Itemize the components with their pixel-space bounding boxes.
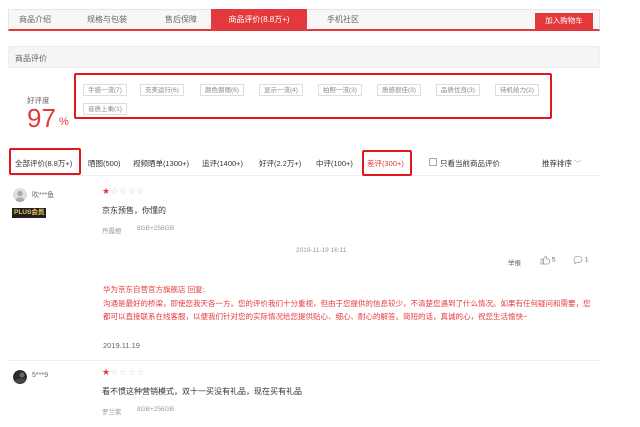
user-avatar-icon xyxy=(13,188,27,202)
review-tag[interactable]: 颜色倒丽(6) xyxy=(200,84,244,96)
comment-icon xyxy=(573,255,583,265)
review-storage: 8GB+256GB xyxy=(137,406,175,413)
review-tag[interactable]: 音质上乘(1) xyxy=(83,103,127,115)
only-current-checkbox[interactable] xyxy=(429,158,437,166)
star-filled-icon: ★ xyxy=(102,186,111,196)
star-empty-icon: ☆ xyxy=(110,186,120,196)
user-avatar-icon xyxy=(13,370,27,384)
tab-reviews[interactable]: 商品评价(8.8万+) xyxy=(211,9,307,30)
sort-dropdown[interactable]: 推荐排序 ﹀ xyxy=(542,158,581,169)
review-tag[interactable]: 待机给力(2) xyxy=(495,84,539,96)
avatar xyxy=(13,188,27,202)
highlight-box-all xyxy=(9,148,81,175)
review-color: 丹霞橙 xyxy=(102,228,122,235)
review-filter-bar: 全部评价(8.8万+) 晒图(500) 视频晒单(1300+) 追评(1400+… xyxy=(8,150,600,176)
avatar xyxy=(13,370,27,384)
report-link[interactable]: 举报 xyxy=(508,257,521,267)
thumbs-up-icon xyxy=(540,255,550,265)
tab-after-sales[interactable]: 售后保障 xyxy=(150,10,212,30)
review-color: 罗兰紫 xyxy=(102,409,122,416)
plus-member-badge: PLUS会员 xyxy=(12,208,47,218)
comment-count: 1 xyxy=(584,256,589,264)
review-tags-highlight: 手感一流(7) 充美运行(6) 颜色倒丽(6) 显示一流(4) 拍照一流(3) … xyxy=(74,73,552,119)
filter-positive[interactable]: 好评(2.2万+) xyxy=(259,158,301,169)
review-username: 吹***鱼 xyxy=(32,192,55,199)
review-storage: 8GB+256GB xyxy=(137,225,175,232)
star-empty-icon: ☆ xyxy=(136,186,145,196)
tab-specs-packaging[interactable]: 规格与包装 xyxy=(72,10,142,30)
seller-reply-header: 华为京东自营官方旗舰店 回复: xyxy=(103,285,205,294)
tab-phone-community[interactable]: 手机社区 xyxy=(314,10,372,30)
review-time: 2019-11-19 16:11 xyxy=(296,247,347,254)
like-button[interactable]: 5 xyxy=(540,255,555,265)
filter-videos[interactable]: 视频晒单(1300+) xyxy=(133,158,189,169)
star-empty-icon: ☆ xyxy=(119,367,128,377)
chevron-down-icon: ﹀ xyxy=(574,161,582,168)
review-divider xyxy=(8,360,600,361)
review-tag[interactable]: 品质优良(3) xyxy=(436,84,480,96)
comment-button[interactable]: 1 xyxy=(573,255,588,265)
star-filled-icon: ★ xyxy=(102,367,111,377)
star-empty-icon: ☆ xyxy=(110,367,120,377)
product-tab-bar: 商品介绍 规格与包装 售后保障 商品评价(8.8万+) 手机社区 加入购物车 xyxy=(8,9,600,31)
tab-product-intro[interactable]: 商品介绍 xyxy=(9,10,61,30)
review-tag[interactable]: 充美运行(6) xyxy=(140,84,184,96)
star-rating: ★☆☆☆☆ xyxy=(102,367,145,377)
review-text: 京东预售，你懂的 xyxy=(102,206,166,215)
filter-photos[interactable]: 晒图(500) xyxy=(88,158,121,169)
sort-label: 推荐排序 xyxy=(542,159,572,168)
seller-reply-date: 2019.11.19 xyxy=(103,341,140,350)
star-rating: ★☆☆☆☆ xyxy=(102,186,145,196)
only-current-label: 只看当前商品评价 xyxy=(440,159,500,168)
review-tag[interactable]: 显示一流(4) xyxy=(259,84,303,96)
review-text: 看不惯这种营销模式，双十一买没有礼品，现在买有礼品 xyxy=(102,387,302,396)
filter-follow-up[interactable]: 追评(1400+) xyxy=(202,158,243,169)
review-tag[interactable]: 质感很佳(3) xyxy=(377,84,421,96)
highlight-box-negative xyxy=(362,150,412,176)
review-tag[interactable]: 手感一流(7) xyxy=(83,84,127,96)
add-to-cart-button[interactable]: 加入购物车 xyxy=(535,13,593,29)
section-title: 商品评价 xyxy=(15,54,47,63)
like-count: 5 xyxy=(551,256,556,264)
seller-reply-text: 沟通是最好的桥梁，即使您我天各一方。您的评价我们十分重视，但由于您提供的信息较少… xyxy=(103,299,591,321)
positive-rate-unit: % xyxy=(59,116,69,128)
review-username: 5***9 xyxy=(32,372,48,379)
section-header: 商品评价 xyxy=(8,46,600,68)
positive-rate-value: 97 xyxy=(27,103,56,133)
star-empty-icon: ☆ xyxy=(136,367,145,377)
review-tag[interactable]: 拍照一流(3) xyxy=(318,84,362,96)
filter-neutral[interactable]: 中评(100+) xyxy=(316,158,353,169)
star-empty-icon: ☆ xyxy=(119,186,128,196)
